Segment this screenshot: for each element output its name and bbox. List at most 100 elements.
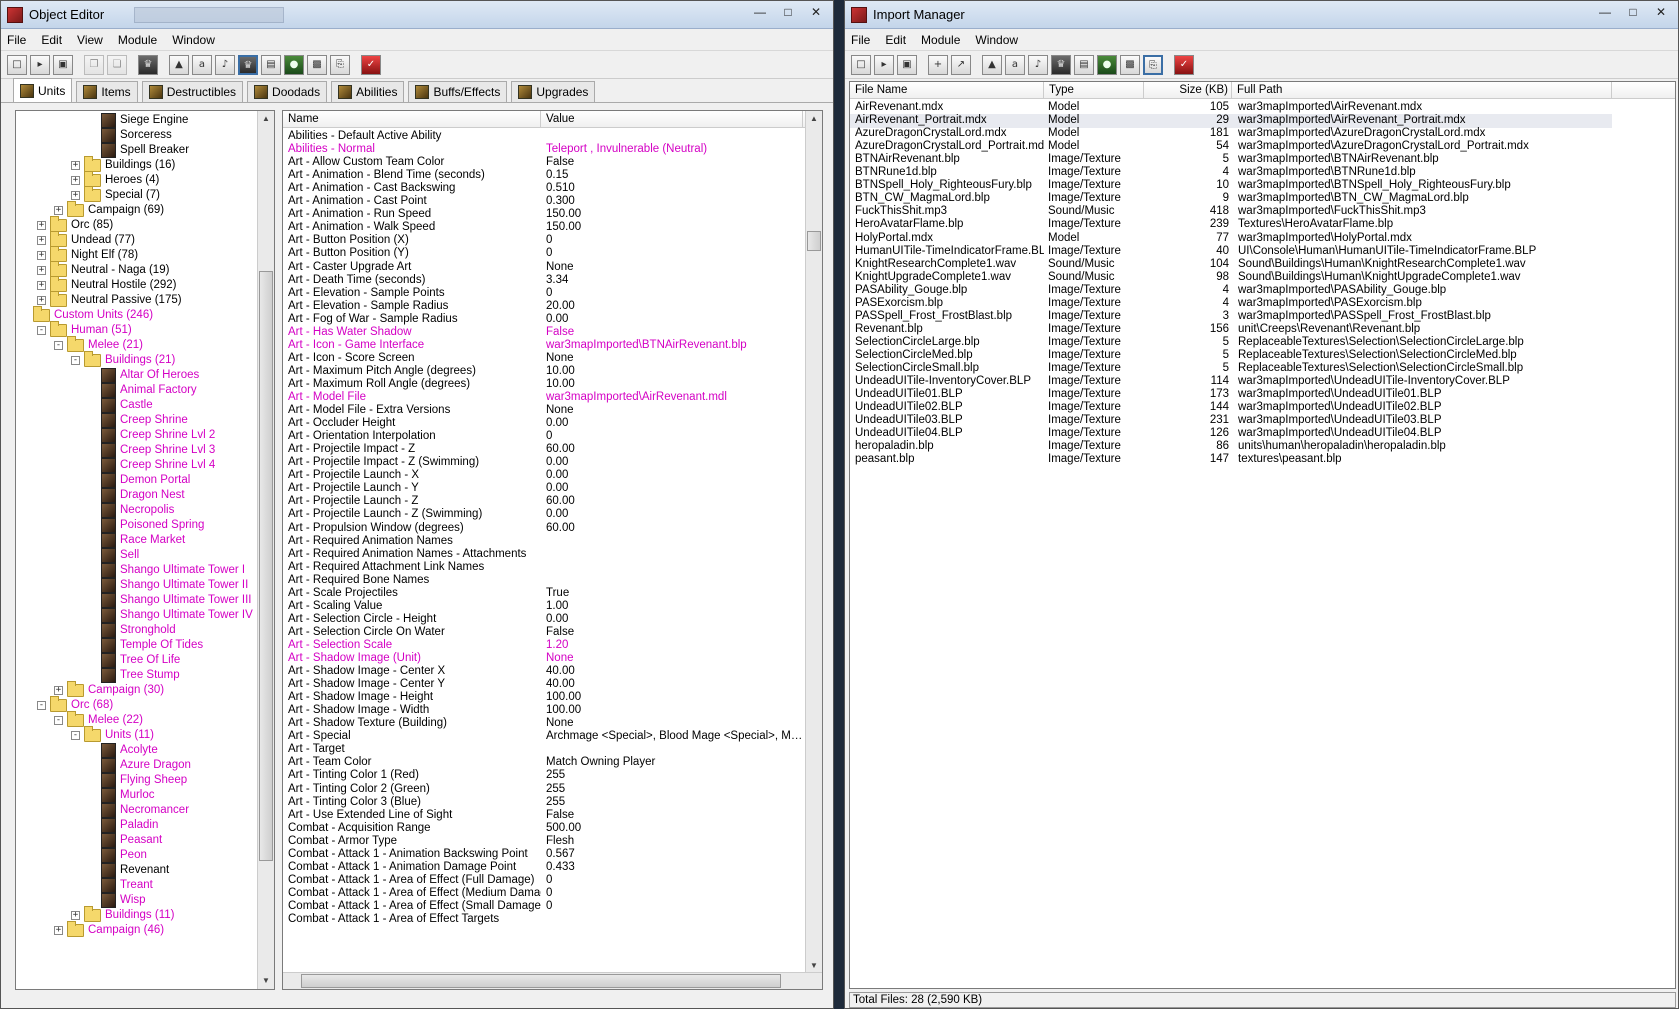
file-row[interactable]: heropaladin.blp Image/Texture 86 units\huma… — [850, 440, 1612, 454]
test-map-icon[interactable]: ✓ — [361, 54, 381, 75]
tree-unit[interactable]: Wisp — [101, 892, 146, 908]
collapse-icon[interactable]: - — [71, 355, 80, 365]
tab-items[interactable]: Items — [76, 81, 138, 102]
field-row[interactable]: Art - Tinting Color 1 (Red) 255 — [283, 769, 803, 783]
tree-unit[interactable]: Tree Stump — [101, 667, 180, 683]
file-row[interactable]: BTNAirRevenant.blp Image/Texture 5 war3mapI… — [850, 153, 1612, 167]
scroll-up-icon[interactable]: ▲ — [806, 111, 822, 127]
expand-icon[interactable]: + — [71, 190, 80, 200]
field-row[interactable]: Combat - Attack 1 - Animation Backswing … — [283, 848, 803, 862]
tree-unit[interactable]: Spell Breaker — [101, 142, 189, 158]
copy-icon[interactable]: ❐ — [84, 54, 104, 75]
field-row[interactable]: Art - Projectile Launch - Z 60.00 — [283, 495, 803, 509]
scroll-down-icon[interactable]: ▼ — [258, 973, 274, 989]
tree-unit[interactable]: Necropolis — [101, 502, 174, 518]
tree-scrollbar[interactable]: ▲ ▼ — [257, 111, 274, 989]
field-row[interactable]: Art - Required Bone Names — [283, 574, 803, 588]
field-row[interactable]: Art - Selection Circle - Height 0.00 — [283, 613, 803, 627]
expand-icon[interactable]: + — [37, 220, 46, 230]
object-editor-icon[interactable]: ♛ — [238, 54, 258, 75]
tree-unit[interactable]: Poisoned Spring — [101, 517, 204, 533]
file-row[interactable]: BTN_CW_MagmaLord.blp Image/Texture 9 war3ma… — [850, 192, 1612, 206]
field-row[interactable]: Art - Occluder Height 0.00 — [283, 417, 803, 431]
tree-folder[interactable]: + Buildings (11) — [71, 905, 174, 923]
field-row[interactable]: Art - Projectile Launch - X 0.00 — [283, 469, 803, 483]
field-row[interactable]: Art - Tinting Color 3 (Blue) 255 — [283, 796, 803, 810]
object-tree[interactable]: Siege Engine Sorceress Spell Breaker + Build… — [15, 110, 275, 990]
field-row[interactable]: Art - Animation - Cast Backswing 0.510 — [283, 182, 803, 196]
tab-buffs-effects[interactable]: Buffs/Effects — [408, 81, 508, 102]
ai-editor-icon[interactable]: ● — [284, 54, 304, 75]
file-row[interactable]: PASAbility_Gouge.blp Image/Texture 4 war3ma… — [850, 284, 1612, 298]
tree-unit[interactable]: Revenant — [101, 862, 169, 878]
field-row[interactable]: Art - Caster Upgrade Art None — [283, 261, 803, 275]
tree-unit[interactable]: Peasant — [101, 832, 162, 848]
field-row[interactable]: Abilities - Default Active Ability — [283, 130, 803, 144]
save-icon[interactable]: ▣ — [897, 54, 917, 75]
field-row[interactable]: Art - Target — [283, 743, 803, 757]
field-row[interactable]: Art - Selection Circle On Water False — [283, 626, 803, 640]
tree-unit[interactable]: Creep Shrine Lvl 2 — [101, 427, 215, 443]
field-row[interactable]: Art - Projectile Launch - Y 0.00 — [283, 482, 803, 496]
tree-folder[interactable]: - Units (11) — [71, 725, 154, 743]
tree-unit[interactable]: Azure Dragon — [101, 757, 191, 773]
menu-item-module[interactable]: Module — [118, 33, 157, 47]
unit-editor-icon[interactable]: ♛ — [138, 54, 158, 75]
field-row[interactable]: Combat - Attack 1 - Animation Damage Poi… — [283, 861, 803, 875]
field-scroll-thumb[interactable] — [807, 231, 821, 251]
file-row[interactable]: PASExorcism.blp Image/Texture 4 war3mapImpo… — [850, 297, 1612, 311]
menu-item-window[interactable]: Window — [975, 33, 1018, 47]
field-row[interactable]: Art - Orientation Interpolation 0 — [283, 430, 803, 444]
field-row[interactable]: Art - Animation - Run Speed 150.00 — [283, 208, 803, 222]
file-row[interactable]: Revenant.blp Image/Texture 156 unit\Creeps\… — [850, 323, 1612, 337]
field-row[interactable]: Art - Elevation - Sample Radius 20.00 — [283, 300, 803, 314]
file-row[interactable]: BTNRune1d.blp Image/Texture 4 war3mapImport… — [850, 166, 1612, 180]
expand-icon[interactable]: + — [54, 685, 63, 695]
column-header-file-name[interactable]: File Name — [850, 82, 1044, 99]
field-row[interactable]: Art - Projectile Impact - Z 60.00 — [283, 443, 803, 457]
tree-unit[interactable]: Altar Of Heroes — [101, 367, 199, 383]
tree-unit[interactable]: Necromancer — [101, 802, 189, 818]
file-row[interactable]: AirRevenant_Portrait.mdx Model 29 war3mapIm… — [850, 114, 1612, 129]
menu-item-file[interactable]: File — [7, 33, 26, 47]
menu-item-edit[interactable]: Edit — [41, 33, 62, 47]
imported-files-list[interactable]: File Name Type Size (KB) Full Path AirRe… — [849, 81, 1676, 989]
expand-icon[interactable]: + — [37, 265, 46, 275]
tree-unit[interactable]: Creep Shrine Lvl 4 — [101, 457, 215, 473]
tree-folder[interactable]: - Human (51) — [37, 320, 132, 338]
field-row[interactable]: Art - Shadow Image - Center X 40.00 — [283, 665, 803, 679]
collapse-icon[interactable]: - — [54, 715, 63, 725]
trigger-editor-icon[interactable]: a — [1005, 54, 1025, 75]
minimize-button[interactable]: — — [1592, 3, 1618, 21]
tree-unit[interactable]: Treant — [101, 877, 153, 893]
tree-unit[interactable]: Tree Of Life — [101, 652, 180, 668]
collapse-icon[interactable]: - — [71, 730, 80, 740]
tree-folder[interactable]: + Neutral Passive (175) — [37, 290, 182, 308]
tree-folder[interactable]: - Buildings (21) — [71, 350, 175, 368]
tab-upgrades[interactable]: Upgrades — [511, 81, 596, 102]
maximize-button[interactable]: □ — [775, 3, 801, 21]
tab-doodads[interactable]: Doodads — [247, 81, 328, 102]
tab-abilities[interactable]: Abilities — [331, 81, 405, 102]
file-row[interactable]: SelectionCircleMed.blp Image/Texture 5 Repl… — [850, 349, 1612, 363]
collapse-icon[interactable]: - — [37, 325, 46, 335]
expand-icon[interactable]: + — [71, 160, 80, 170]
minimize-button[interactable]: — — [747, 3, 773, 21]
close-button[interactable]: ✕ — [803, 3, 829, 21]
tree-unit[interactable]: Race Market — [101, 532, 185, 548]
field-row[interactable]: Art - Animation - Walk Speed 150.00 — [283, 221, 803, 235]
expand-icon[interactable]: + — [37, 280, 46, 290]
import-file-icon[interactable]: + — [928, 54, 948, 75]
tree-folder[interactable]: + Campaign (30) — [54, 680, 164, 698]
tree-unit[interactable]: Animal Factory — [101, 382, 197, 398]
tree-folder[interactable]: - Melee (22) — [54, 710, 143, 728]
field-row[interactable]: Art - Shadow Texture (Building) None — [283, 717, 803, 731]
menu-item-view[interactable]: View — [77, 33, 103, 47]
field-row[interactable]: Art - Model File war3mapImported\AirReven… — [283, 391, 803, 405]
expand-icon[interactable]: + — [71, 910, 80, 920]
menu-item-module[interactable]: Module — [921, 33, 960, 47]
file-row[interactable]: AzureDragonCrystalLord_Portrait.mdx Model… — [850, 140, 1612, 154]
field-row[interactable]: Art - Has Water Shadow False — [283, 326, 803, 340]
column-header-full-path[interactable]: Full Path — [1232, 82, 1612, 99]
tree-unit[interactable]: Murloc — [101, 787, 155, 803]
